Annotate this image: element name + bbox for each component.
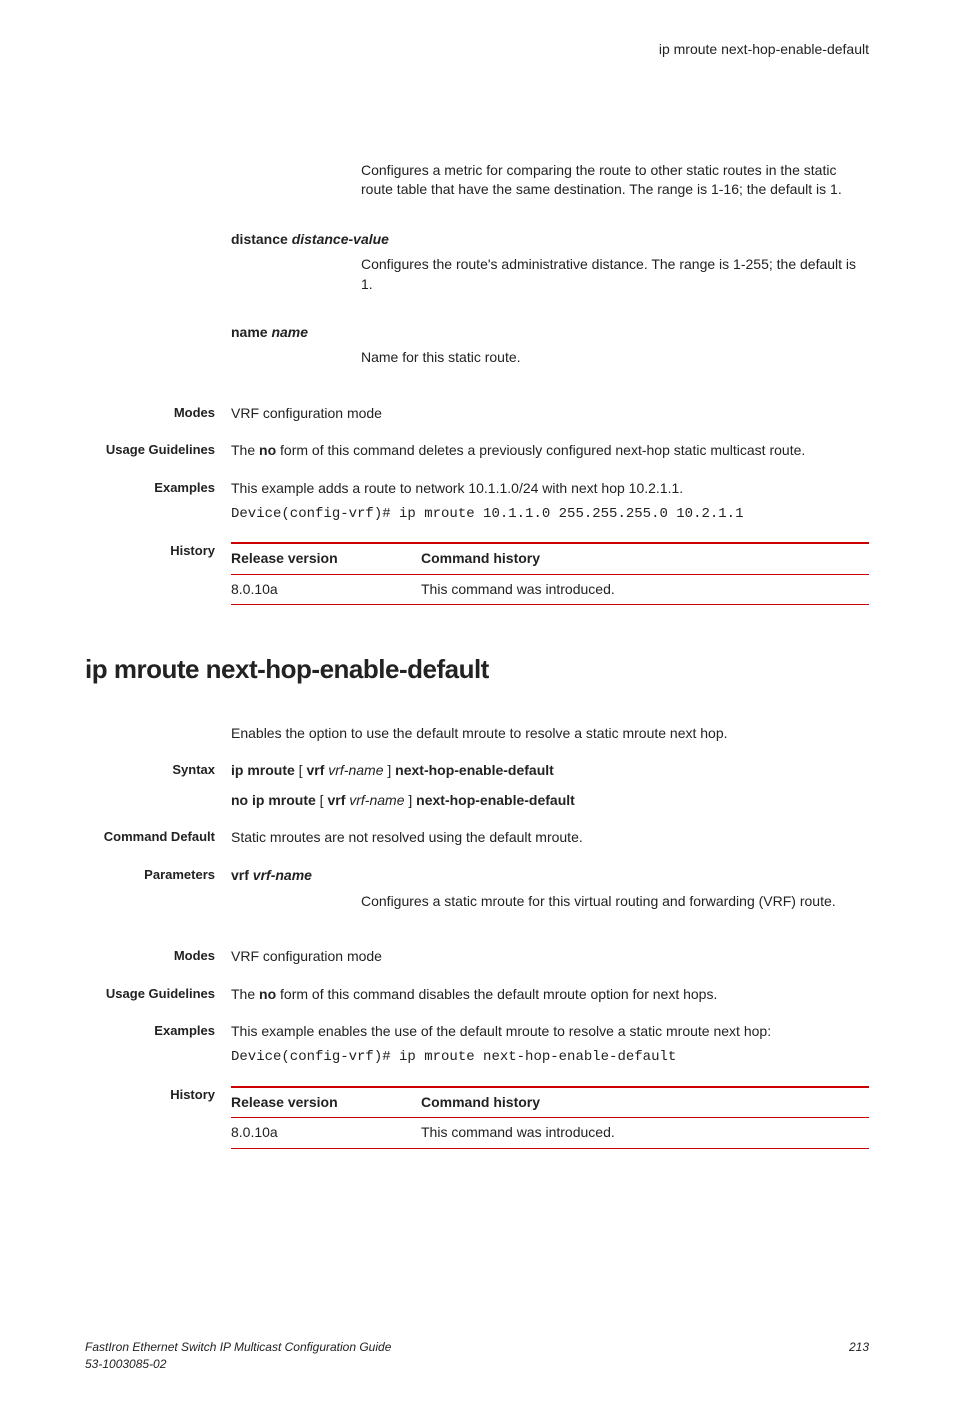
name-arg: name	[271, 324, 308, 340]
metric-desc: Configures a metric for comparing the ro…	[361, 161, 869, 200]
examples-text: This example adds a route to network 10.…	[231, 479, 869, 499]
table-row: 8.0.10a This command was introduced.	[231, 574, 869, 605]
examples-row-2: Examples This example enables the use of…	[85, 1022, 869, 1067]
intro-text: Enables the option to use the default mr…	[231, 724, 869, 744]
usage-text-2: The no form of this command disables the…	[231, 985, 869, 1005]
examples-label: Examples	[85, 479, 231, 524]
hist-col1-2: Release version	[231, 1087, 421, 1118]
examples-label-2: Examples	[85, 1022, 231, 1067]
history-table: Release version Command history 8.0.10a …	[231, 542, 869, 605]
syntax-row-2: no ip mroute [ vrf vrf-name ] next-hop-e…	[85, 791, 869, 811]
examples-code: Device(config-vrf)# ip mroute 10.1.1.0 2…	[231, 505, 869, 525]
hist-col2: Command history	[421, 543, 869, 574]
hist-ver-2: 8.0.10a	[231, 1118, 421, 1149]
syntax-row: Syntax ip mroute [ vrf vrf-name ] next-h…	[85, 761, 869, 781]
usage-label-2: Usage Guidelines	[85, 985, 231, 1005]
usage-row: Usage Guidelines The no form of this com…	[85, 441, 869, 461]
examples-code-2: Device(config-vrf)# ip mroute next-hop-e…	[231, 1048, 869, 1068]
distance-arg: distance-value	[292, 231, 389, 247]
cmd-default-label: Command Default	[85, 828, 231, 848]
hist-ver: 8.0.10a	[231, 574, 421, 605]
metric-desc-row: Configures a metric for comparing the ro…	[85, 155, 869, 220]
footer-doc-number: 53-1003085-02	[85, 1356, 391, 1373]
modes-row: Modes VRF configuration mode	[85, 404, 869, 424]
syntax-line-2: no ip mroute [ vrf vrf-name ] next-hop-e…	[231, 791, 869, 811]
history-label: History	[85, 542, 231, 605]
syntax-label: Syntax	[85, 761, 231, 781]
distance-desc: Configures the route's administrative di…	[361, 255, 869, 294]
cmd-default-row: Command Default Static mroutes are not r…	[85, 828, 869, 848]
name-keyword: name	[231, 324, 271, 340]
history-label-2: History	[85, 1086, 231, 1149]
footer-page-number: 213	[849, 1339, 869, 1373]
page-header: ip mroute next-hop-enable-default	[85, 40, 869, 60]
param-keyword: vrf	[231, 867, 253, 883]
param-desc: Configures a static mroute for this virt…	[361, 892, 869, 912]
modes-text-2: VRF configuration mode	[231, 947, 869, 967]
modes-label: Modes	[85, 404, 231, 424]
name-row: name name Name for this static route.	[85, 323, 869, 386]
syntax-line-1: ip mroute [ vrf vrf-name ] next-hop-enab…	[231, 761, 869, 781]
usage-row-2: Usage Guidelines The no form of this com…	[85, 985, 869, 1005]
distance-keyword: distance	[231, 231, 292, 247]
hist-desc: This command was introduced.	[421, 574, 869, 605]
name-desc: Name for this static route.	[361, 348, 869, 368]
history-table-2: Release version Command history 8.0.10a …	[231, 1086, 869, 1149]
table-row: 8.0.10a This command was introduced.	[231, 1118, 869, 1149]
params-row: Parameters vrf vrf-name Configures a sta…	[85, 866, 869, 929]
history-row-2: History Release version Command history …	[85, 1086, 869, 1149]
modes-label-2: Modes	[85, 947, 231, 967]
usage-text: The no form of this command deletes a pr…	[231, 441, 869, 461]
history-row: History Release version Command history …	[85, 542, 869, 605]
param-arg: vrf-name	[253, 867, 312, 883]
modes-text: VRF configuration mode	[231, 404, 869, 424]
hist-desc-2: This command was introduced.	[421, 1118, 869, 1149]
examples-text-2: This example enables the use of the defa…	[231, 1022, 869, 1042]
modes-row-2: Modes VRF configuration mode	[85, 947, 869, 967]
cmd-default-text: Static mroutes are not resolved using th…	[231, 828, 869, 848]
examples-row: Examples This example adds a route to ne…	[85, 479, 869, 524]
section-title: ip mroute next-hop-enable-default	[85, 651, 869, 687]
hist-col1: Release version	[231, 543, 421, 574]
hist-col2-2: Command history	[421, 1087, 869, 1118]
page-footer: FastIron Ethernet Switch IP Multicast Co…	[85, 1339, 869, 1373]
params-label: Parameters	[85, 866, 231, 929]
usage-label: Usage Guidelines	[85, 441, 231, 461]
intro-row: Enables the option to use the default mr…	[85, 724, 869, 744]
footer-doc-title: FastIron Ethernet Switch IP Multicast Co…	[85, 1339, 391, 1356]
distance-row: distance distance-value Configures the r…	[85, 230, 869, 313]
